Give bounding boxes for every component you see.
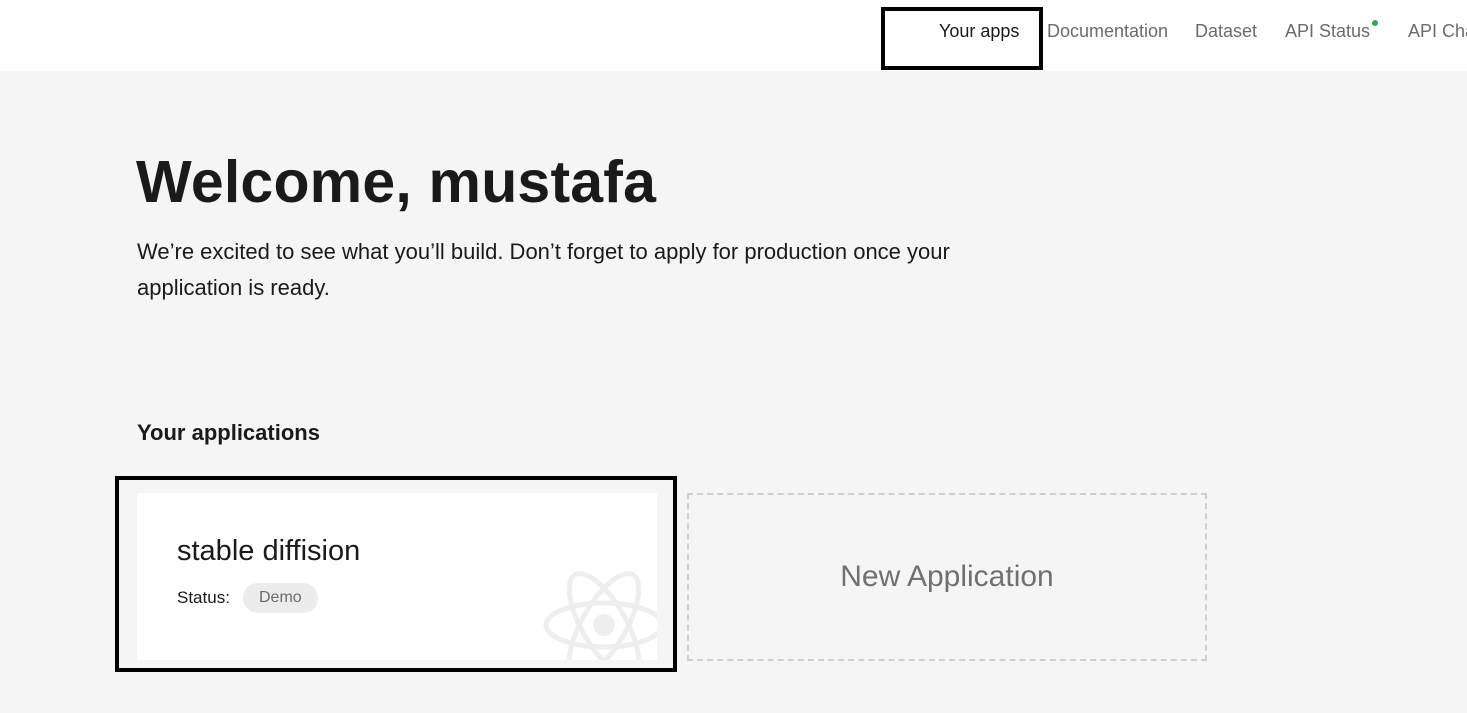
atom-icon (543, 571, 657, 660)
intro-text: We’re excited to see what you’ll build. … (137, 239, 950, 300)
application-card[interactable]: stable diffision Status: Demo (137, 493, 657, 660)
api-status-indicator-dot (1372, 20, 1378, 26)
application-name: stable diffision (177, 535, 361, 567)
nav-documentation[interactable]: Documentation (1047, 21, 1168, 42)
applications-section-title: Your applications (137, 420, 320, 445)
nav-api-changelog[interactable]: API Cha (1408, 21, 1467, 42)
nav-api-status[interactable]: API Status (1285, 21, 1370, 42)
status-badge: Demo (243, 583, 318, 613)
nav-dataset[interactable]: Dataset (1195, 21, 1257, 42)
page-title: Welcome, mustafa (136, 149, 657, 215)
application-status-label: Status: (177, 588, 230, 607)
top-nav-bar: Your apps Documentation Dataset API Stat… (0, 0, 1467, 71)
new-application-button[interactable]: New Application (687, 493, 1207, 661)
new-application-label: New Application (840, 560, 1054, 593)
nav-your-apps[interactable]: Your apps (939, 21, 1019, 42)
